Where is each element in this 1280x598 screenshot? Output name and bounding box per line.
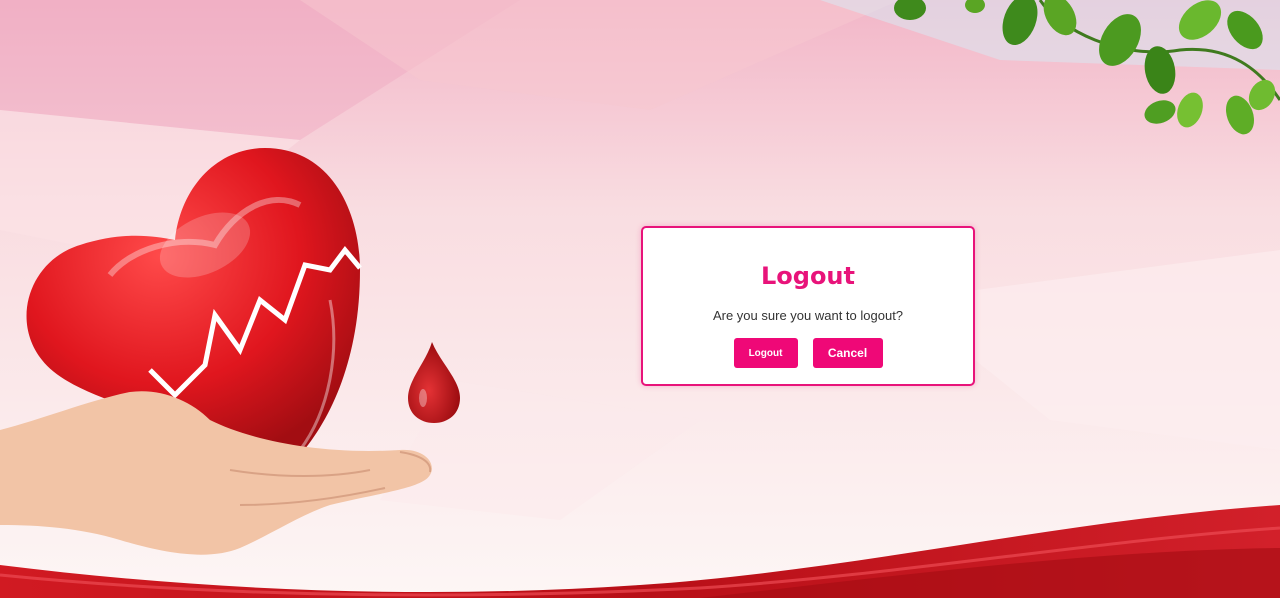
dialog-actions: Logout Cancel (643, 338, 973, 368)
dialog-title: Logout (760, 262, 855, 290)
cancel-button[interactable]: Cancel (812, 338, 883, 368)
dialog-message: Are you sure you want to logout? (712, 308, 904, 323)
background-illustration (0, 0, 1280, 598)
logout-button[interactable]: Logout (733, 338, 798, 368)
logout-dialog: Logout Are you sure you want to logout? … (641, 226, 975, 386)
